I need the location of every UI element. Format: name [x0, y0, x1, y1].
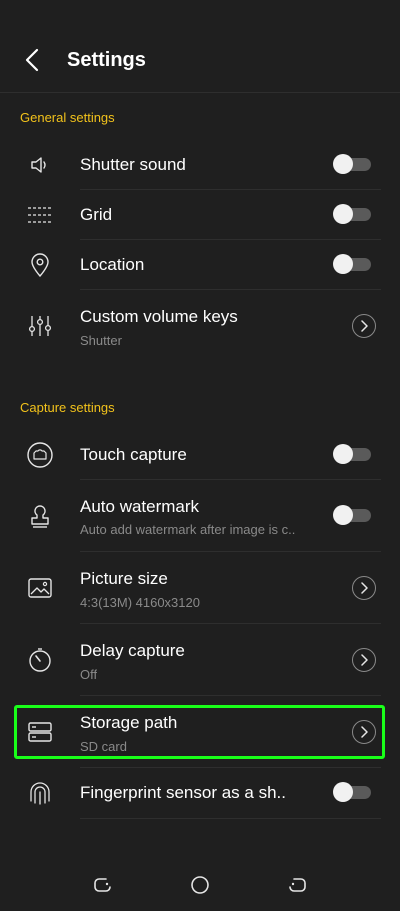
setting-row-shutter-sound[interactable]: Shutter sound [0, 140, 400, 190]
setting-subtitle: Shutter [80, 333, 122, 348]
setting-subtitle: Auto add watermark after image is c.. [80, 522, 296, 537]
grid-icon [26, 201, 54, 229]
grid-toggle[interactable] [333, 204, 371, 224]
setting-subtitle: 4:3(13M) 4160x3120 [80, 595, 200, 610]
delay-capture-chevron-button[interactable] [352, 648, 376, 672]
section-title-general: General settings [20, 110, 115, 125]
setting-title: Location [80, 255, 145, 274]
image-icon [26, 574, 54, 602]
app-header: Settings [0, 0, 400, 93]
shutter-sound-toggle[interactable] [333, 154, 371, 174]
back-nav-button[interactable] [284, 871, 312, 899]
touch-capture-toggle[interactable] [333, 444, 371, 464]
stamp-icon [26, 502, 54, 530]
touch-capture-icon [26, 441, 54, 469]
toggle-knob [333, 505, 353, 525]
auto-watermark-toggle[interactable] [333, 505, 371, 525]
recents-icon [94, 878, 111, 892]
location-toggle[interactable] [333, 254, 371, 274]
chevron-right-icon [361, 654, 368, 666]
speaker-icon [26, 151, 54, 179]
setting-row-custom-volume-keys[interactable]: Custom volume keys Shutter [0, 290, 400, 360]
toggle-knob [333, 444, 353, 464]
toggle-knob [333, 254, 353, 274]
setting-title: Picture size [80, 569, 168, 588]
setting-title: Touch capture [80, 445, 187, 464]
setting-title: Auto watermark [80, 497, 200, 516]
setting-row-location[interactable]: Location [0, 240, 400, 290]
back-nav-icon [289, 878, 306, 892]
page-title: Settings [67, 49, 146, 71]
divider [80, 818, 381, 819]
setting-title: Fingerprint sensor as a sh.. [80, 783, 286, 802]
fingerprint-icon [26, 779, 54, 807]
home-circle-icon [191, 876, 209, 894]
setting-title: Custom volume keys [80, 307, 238, 326]
setting-row-storage-path[interactable]: Storage path SD card [0, 696, 400, 768]
setting-row-auto-watermark[interactable]: Auto watermark Auto add watermark after … [0, 480, 400, 552]
chevron-right-icon [361, 582, 368, 594]
home-button[interactable] [186, 871, 214, 899]
toggle-knob [333, 782, 353, 802]
recents-button[interactable] [88, 871, 116, 899]
toggle-knob [333, 204, 353, 224]
chevron-right-icon [361, 726, 368, 738]
setting-row-fingerprint-sensor[interactable]: Fingerprint sensor as a sh.. [0, 768, 400, 818]
setting-row-picture-size[interactable]: Picture size 4:3(13M) 4160x3120 [0, 552, 400, 624]
toggle-knob [333, 154, 353, 174]
storage-path-chevron-button[interactable] [352, 720, 376, 744]
back-button[interactable] [14, 42, 50, 78]
timer-icon [26, 646, 54, 674]
setting-title: Delay capture [80, 641, 185, 660]
section-title-capture: Capture settings [20, 400, 115, 415]
chevron-right-icon [361, 320, 368, 332]
fingerprint-sensor-toggle[interactable] [333, 782, 371, 802]
setting-subtitle: Off [80, 667, 98, 682]
sliders-icon [26, 312, 54, 340]
setting-title: Grid [80, 205, 113, 224]
setting-title: Shutter sound [80, 155, 186, 174]
setting-subtitle: SD card [80, 739, 127, 754]
picture-size-chevron-button[interactable] [352, 576, 376, 600]
setting-row-grid[interactable]: Grid [0, 190, 400, 240]
custom-volume-keys-chevron-button[interactable] [352, 314, 376, 338]
chevron-left-icon [25, 48, 39, 72]
storage-icon [26, 718, 54, 746]
setting-title: Storage path [80, 713, 178, 732]
system-nav-bar [0, 855, 400, 911]
location-pin-icon [26, 251, 54, 279]
setting-row-delay-capture[interactable]: Delay capture Off [0, 624, 400, 696]
setting-row-touch-capture[interactable]: Touch capture [0, 430, 400, 480]
